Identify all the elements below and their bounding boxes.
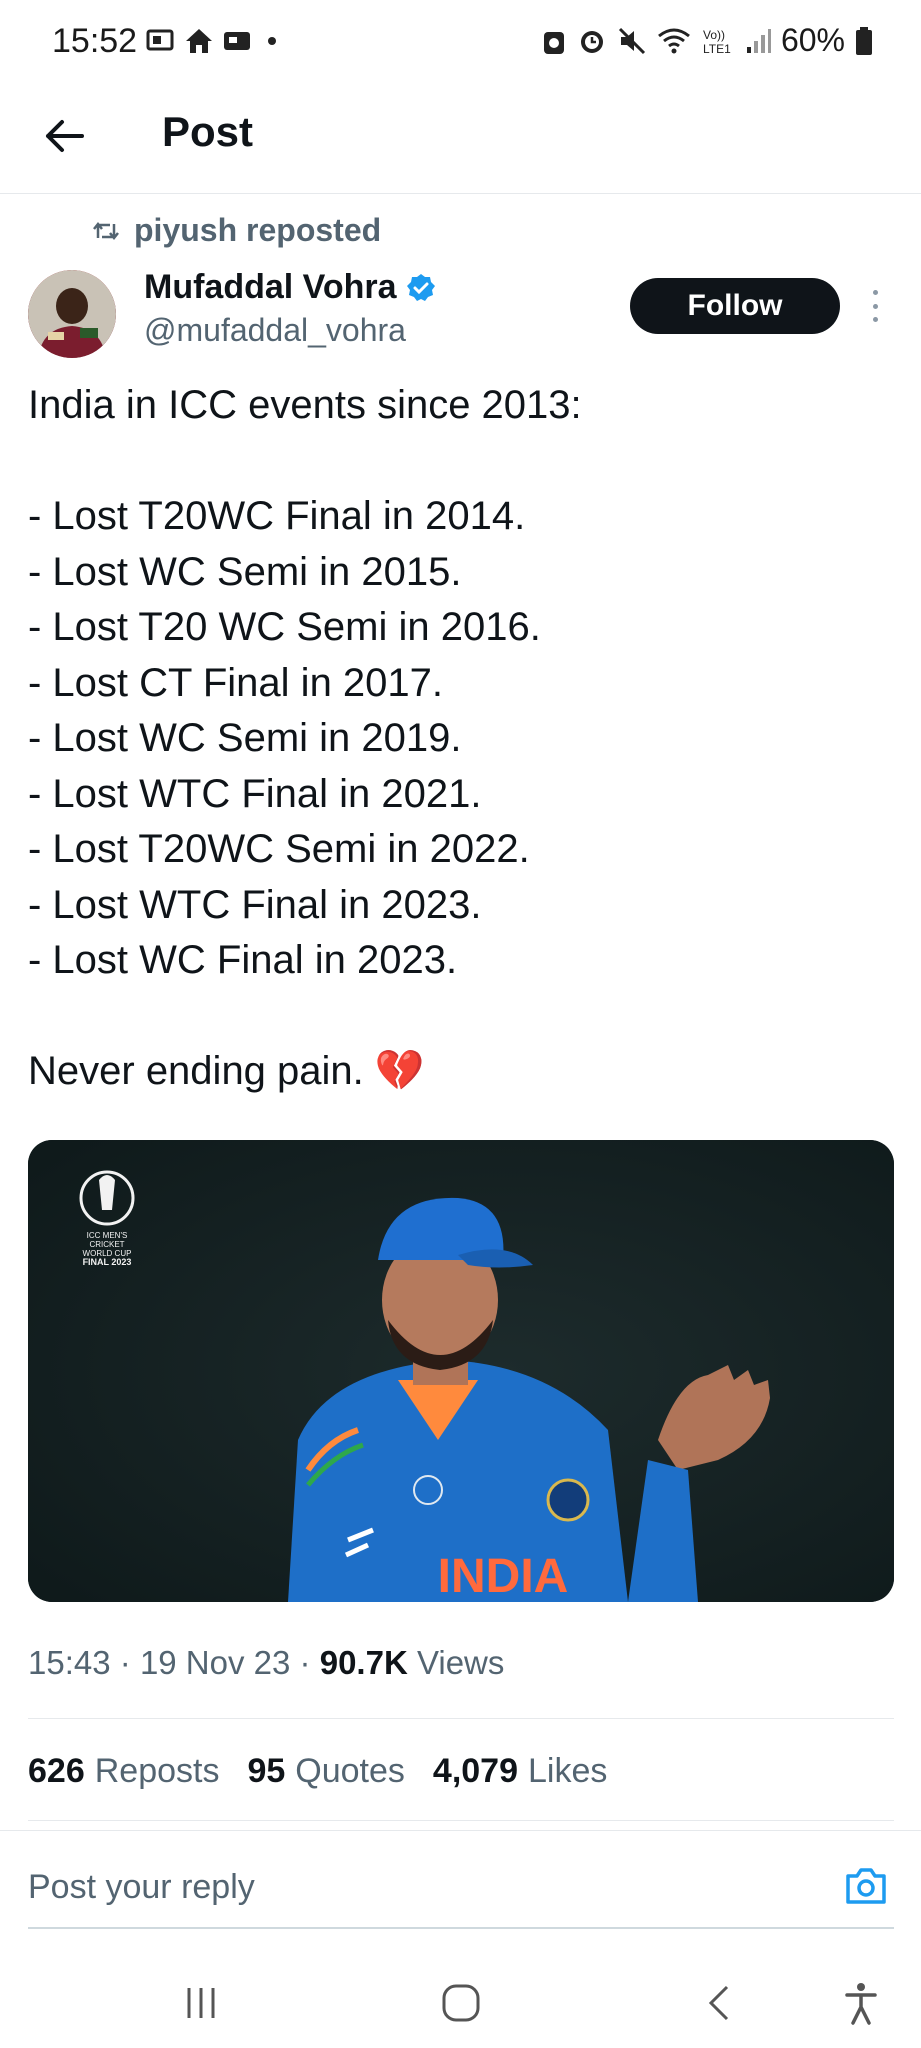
status-bar: 15:52 Vo)) LTE1 60% <box>0 0 921 86</box>
wifi-icon <box>658 28 690 53</box>
svg-text:Vo)): Vo)) <box>703 28 725 42</box>
divider <box>28 1820 894 1821</box>
chevron-left-icon <box>708 1985 729 2021</box>
author-name[interactable]: Mufaddal Vohra <box>144 268 437 307</box>
accessibility-button[interactable] <box>836 1978 886 2028</box>
back-button[interactable] <box>36 108 92 164</box>
repost-icon <box>93 221 119 240</box>
svg-text:CRICKET: CRICKET <box>89 1240 124 1249</box>
alarm-icon <box>580 30 603 53</box>
post-text-line: - Lost T20WC Semi in 2022. <box>28 827 530 871</box>
signal-icon <box>746 28 771 53</box>
post-media-image[interactable]: ICC MEN'S CRICKET WORLD CUP FINAL 2023 I… <box>28 1140 894 1602</box>
views-label: Views <box>416 1644 505 1681</box>
accessibility-icon <box>845 1983 877 2025</box>
more-options-icon[interactable] <box>860 284 890 328</box>
post-text-line: - Lost T20 WC Semi in 2016. <box>28 605 541 649</box>
divider <box>0 1830 921 1831</box>
home-button[interactable] <box>436 1978 486 2028</box>
cast-icon <box>146 26 176 56</box>
svg-text:ICC MEN'S: ICC MEN'S <box>87 1231 128 1240</box>
mute-icon <box>618 27 646 54</box>
message-app-icon <box>222 26 252 56</box>
arrow-left-icon <box>46 120 84 152</box>
post-text-line <box>28 434 898 490</box>
svg-text:FINAL 2023: FINAL 2023 <box>83 1257 132 1267</box>
recent-apps-button[interactable] <box>176 1978 226 2028</box>
reply-underline <box>28 1927 894 1929</box>
post-text-line: - Lost CT Final in 2017. <box>28 660 444 705</box>
sync-icon <box>543 31 564 54</box>
svg-text:INDIA: INDIA <box>438 1550 569 1602</box>
likes-stat[interactable]: 4,079 Likes <box>433 1752 607 1791</box>
post-text: India in ICC events since 2013: - Lost T… <box>28 378 898 1100</box>
post-text-line: - Lost T20WC Final in 2014. <box>28 494 526 538</box>
post-meta: 15:43 · 19 Nov 23 · 90.7K Views <box>28 1644 504 1682</box>
post-text-line: - Lost WC Semi in 2019. <box>28 716 462 760</box>
meta-separator: · <box>299 1644 320 1681</box>
app-header: Post <box>0 86 921 194</box>
page-title: Post <box>162 108 254 155</box>
post-text-line: - Lost WTC Final in 2021. <box>28 771 482 816</box>
post-text-line <box>28 989 898 1045</box>
follow-button[interactable]: Follow <box>630 278 840 334</box>
post-text-line: Never ending pain. 💔 <box>28 1049 425 1093</box>
post-text-line: - Lost WTC Final in 2023. <box>28 882 482 927</box>
repost-text: piyush reposted <box>134 212 382 248</box>
status-time: 15:52 <box>52 22 138 60</box>
status-left-icons <box>146 26 276 56</box>
repost-indicator[interactable]: piyush reposted <box>92 212 381 249</box>
meta-separator: · <box>119 1644 140 1681</box>
notification-dot <box>268 37 276 45</box>
home-icon <box>184 26 214 56</box>
battery-percent: 60% <box>780 22 845 58</box>
post-text-line: - Lost WC Semi in 2015. <box>28 549 462 594</box>
back-nav-button[interactable] <box>694 1978 744 2028</box>
post-stats: 626 Reposts 95 Quotes 4,079 Likes <box>28 1752 607 1791</box>
recent-apps-icon <box>187 1988 215 2018</box>
quotes-stat[interactable]: 95 Quotes <box>247 1752 404 1791</box>
status-right: Vo)) LTE1 60% <box>541 22 873 59</box>
divider <box>28 1718 894 1719</box>
camera-icon[interactable] <box>842 1862 890 1910</box>
post-text-line: - Lost WC Final in 2023. <box>28 938 458 982</box>
reply-input[interactable] <box>28 1862 808 1912</box>
author-handle[interactable]: @mufaddal_vohra <box>144 312 406 349</box>
views-count: 90.7K <box>319 1644 408 1681</box>
battery-icon <box>856 26 872 55</box>
post-text-line: India in ICC events since 2013: <box>28 383 582 427</box>
verified-badge-icon <box>406 273 435 301</box>
volte-icon: Vo))LTE1 <box>703 28 731 56</box>
reposts-stat[interactable]: 626 Reposts <box>28 1752 219 1791</box>
avatar[interactable] <box>28 270 116 358</box>
home-circle-icon <box>442 1984 480 2022</box>
system-nav-bar <box>0 1960 921 2048</box>
post-date: 19 Nov 23 <box>139 1644 291 1681</box>
svg-text:LTE1: LTE1 <box>703 42 731 56</box>
post-time: 15:43 <box>28 1644 111 1681</box>
